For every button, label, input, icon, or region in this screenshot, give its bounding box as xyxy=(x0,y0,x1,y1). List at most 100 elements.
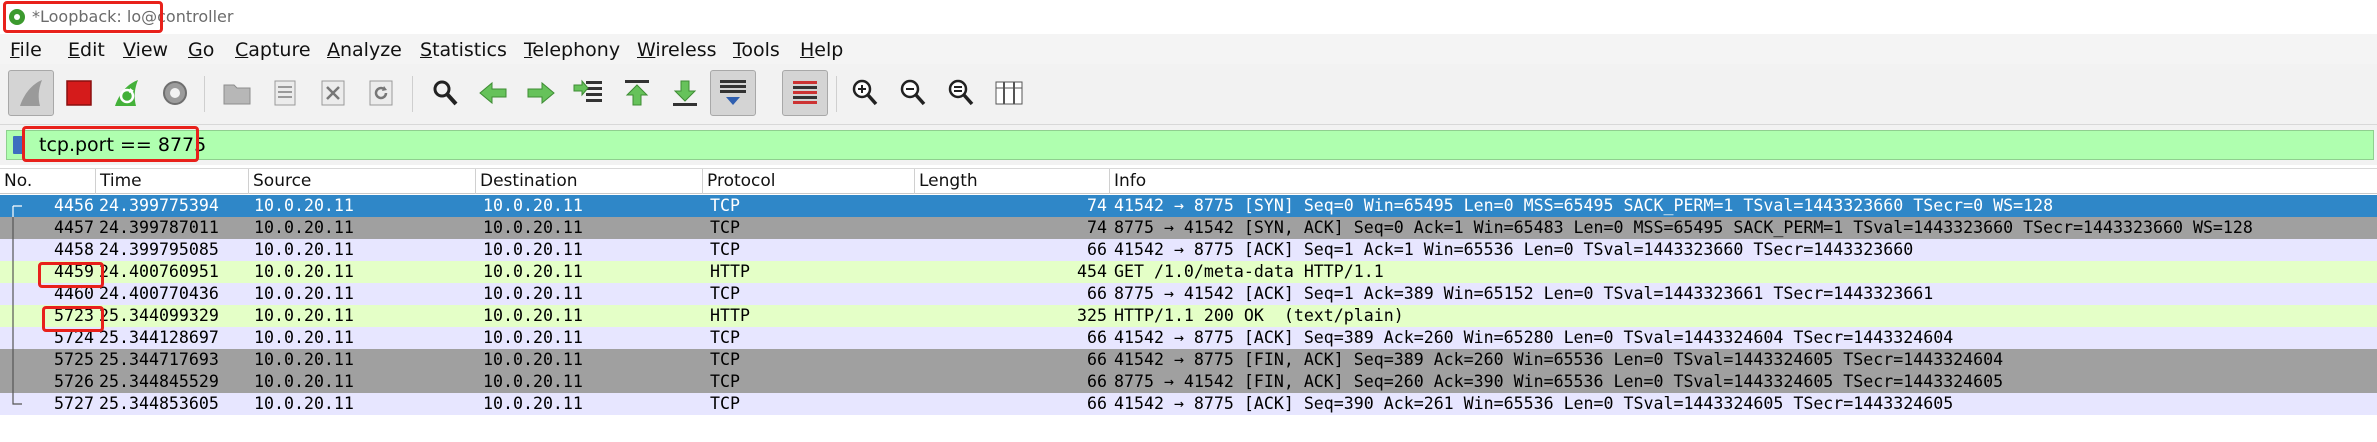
menu-telephony[interactable]: Telephony xyxy=(524,39,620,61)
menu-view[interactable]: View xyxy=(123,39,168,61)
restart-fin-icon[interactable] xyxy=(104,70,150,116)
resize-columns-icon[interactable] xyxy=(986,70,1032,116)
table-row[interactable]: 5724 25.344128697 10.0.20.11 10.0.20.11 TCP 6… xyxy=(0,327,2377,349)
toolbar-separator xyxy=(412,76,413,112)
cell-protocol: HTTP xyxy=(710,262,750,281)
cell-destination: 10.0.20.11 xyxy=(483,306,583,325)
table-row[interactable]: 4459 24.400760951 10.0.20.11 10.0.20.11 HTTP… xyxy=(0,261,2377,283)
table-row[interactable]: 5726 25.344845529 10.0.20.11 10.0.20.11 TCP 6… xyxy=(0,371,2377,393)
cell-time: 24.399795085 xyxy=(99,240,219,259)
cell-length: 66 xyxy=(1087,350,1107,369)
menu-capture[interactable]: Capture xyxy=(235,39,311,61)
cell-no: 4460 xyxy=(54,284,94,303)
packet-list-header: No. Time Source Destination Protocol Len… xyxy=(0,168,2377,194)
cell-time: 24.400760951 xyxy=(99,262,219,281)
shark-fin-start-icon[interactable] xyxy=(8,70,54,116)
stop-square-icon[interactable] xyxy=(56,70,102,116)
column-header-info[interactable]: Info xyxy=(1110,169,2377,194)
cell-length: 454 xyxy=(1077,262,1107,281)
menu-file[interactable]: File xyxy=(10,39,42,61)
cell-length: 74 xyxy=(1087,218,1107,237)
go-back-arrow-icon[interactable] xyxy=(470,70,516,116)
table-row[interactable]: 4457 24.399787011 10.0.20.11 10.0.20.11 TCP 7… xyxy=(0,217,2377,239)
cell-no: 5727 xyxy=(54,394,94,413)
cell-time: 25.344853605 xyxy=(99,394,219,413)
colorize-icon[interactable] xyxy=(782,70,828,116)
column-header-length[interactable]: Length xyxy=(915,169,1110,194)
table-row[interactable]: 5723 25.344099329 10.0.20.11 10.0.20.11 HTTP… xyxy=(0,305,2377,327)
menu-bar: File Edit View Go Capture Analyze Statis… xyxy=(0,34,2377,64)
cell-length: 66 xyxy=(1087,240,1107,259)
cell-destination: 10.0.20.11 xyxy=(483,196,583,215)
cell-info: 41542 → 8775 [FIN, ACK] Seq=389 Ack=260 … xyxy=(1114,350,2004,369)
normal-size-icon[interactable] xyxy=(938,70,984,116)
cell-protocol: HTTP xyxy=(710,306,750,325)
zoom-in-icon[interactable] xyxy=(842,70,888,116)
menu-edit[interactable]: Edit xyxy=(68,39,105,61)
cell-length: 325 xyxy=(1077,306,1107,325)
cell-time: 25.344099329 xyxy=(99,306,219,325)
cell-info: HTTP/1.1 200 OK (text/plain) xyxy=(1114,306,1404,325)
menu-wireless[interactable]: Wireless xyxy=(637,39,717,61)
table-row[interactable]: 5727 25.344853605 10.0.20.11 10.0.20.11 TCP 6… xyxy=(0,393,2377,415)
table-row[interactable]: 4458 24.399795085 10.0.20.11 10.0.20.11 TCP 6… xyxy=(0,239,2377,261)
last-packet-icon[interactable] xyxy=(662,70,708,116)
column-header-protocol[interactable]: Protocol xyxy=(703,169,915,194)
cell-no: 5726 xyxy=(54,372,94,391)
cell-time: 24.399775394 xyxy=(99,196,219,215)
close-file-icon[interactable] xyxy=(310,70,356,116)
table-row[interactable]: 4460 24.400770436 10.0.20.11 10.0.20.11 TCP 6… xyxy=(0,283,2377,305)
menu-statistics[interactable]: Statistics xyxy=(420,39,507,61)
open-folder-icon[interactable] xyxy=(214,70,260,116)
go-to-packet-icon[interactable] xyxy=(566,70,612,116)
cell-time: 25.344717693 xyxy=(99,350,219,369)
cell-source: 10.0.20.11 xyxy=(254,218,354,237)
cell-protocol: TCP xyxy=(710,218,740,237)
cell-protocol: TCP xyxy=(710,284,740,303)
zoom-out-icon[interactable] xyxy=(890,70,936,116)
menu-go[interactable]: Go xyxy=(188,39,214,61)
cell-protocol: TCP xyxy=(710,240,740,259)
menu-tools[interactable]: Tools xyxy=(733,39,780,61)
menu-help[interactable]: Help xyxy=(800,39,843,61)
cell-destination: 10.0.20.11 xyxy=(483,328,583,347)
cell-destination: 10.0.20.11 xyxy=(483,240,583,259)
cell-source: 10.0.20.11 xyxy=(254,306,354,325)
cell-source: 10.0.20.11 xyxy=(254,240,354,259)
menu-analyze[interactable]: Analyze xyxy=(327,39,402,61)
cell-no: 4456 xyxy=(54,196,94,215)
cell-no: 4458 xyxy=(54,240,94,259)
cell-length: 66 xyxy=(1087,372,1107,391)
cell-protocol: TCP xyxy=(710,394,740,413)
cell-destination: 10.0.20.11 xyxy=(483,262,583,281)
capture-options-gear-icon[interactable] xyxy=(152,70,198,116)
cell-destination: 10.0.20.11 xyxy=(483,218,583,237)
cell-length: 66 xyxy=(1087,394,1107,413)
column-header-no[interactable]: No. xyxy=(0,169,96,194)
wireshark-app-icon xyxy=(9,9,25,25)
go-forward-arrow-icon[interactable] xyxy=(518,70,564,116)
toolbar-separator xyxy=(836,76,837,112)
bookmark-icon[interactable] xyxy=(13,136,25,154)
cell-no: 4457 xyxy=(54,218,94,237)
display-filter-value[interactable]: tcp.port == 8775 xyxy=(39,134,206,156)
display-filter-input[interactable]: tcp.port == 8775 xyxy=(6,130,2374,160)
cell-info: GET /1.0/meta-data HTTP/1.1 xyxy=(1114,262,1384,281)
table-row[interactable]: 5725 25.344717693 10.0.20.11 10.0.20.11 TCP 6… xyxy=(0,349,2377,371)
table-row[interactable]: 4456 24.399775394 10.0.20.11 10.0.20.11 TCP 7… xyxy=(0,195,2377,217)
column-header-source[interactable]: Source xyxy=(249,169,476,194)
cell-length: 66 xyxy=(1087,284,1107,303)
find-magnifier-icon[interactable] xyxy=(422,70,468,116)
save-file-icon[interactable] xyxy=(262,70,308,116)
first-packet-icon[interactable] xyxy=(614,70,660,116)
cell-destination: 10.0.20.11 xyxy=(483,394,583,413)
column-header-time[interactable]: Time xyxy=(96,169,249,194)
autoscroll-icon[interactable] xyxy=(710,70,756,116)
cell-protocol: TCP xyxy=(710,372,740,391)
reload-icon[interactable] xyxy=(358,70,404,116)
cell-info: 41542 → 8775 [ACK] Seq=1 Ack=1 Win=65536… xyxy=(1114,240,1914,259)
column-header-destination[interactable]: Destination xyxy=(476,169,703,194)
cell-info: 41542 → 8775 [SYN] Seq=0 Win=65495 Len=0… xyxy=(1114,196,2054,215)
title-bar: *Loopback: lo@controller xyxy=(0,0,2377,34)
cell-time: 24.400770436 xyxy=(99,284,219,303)
